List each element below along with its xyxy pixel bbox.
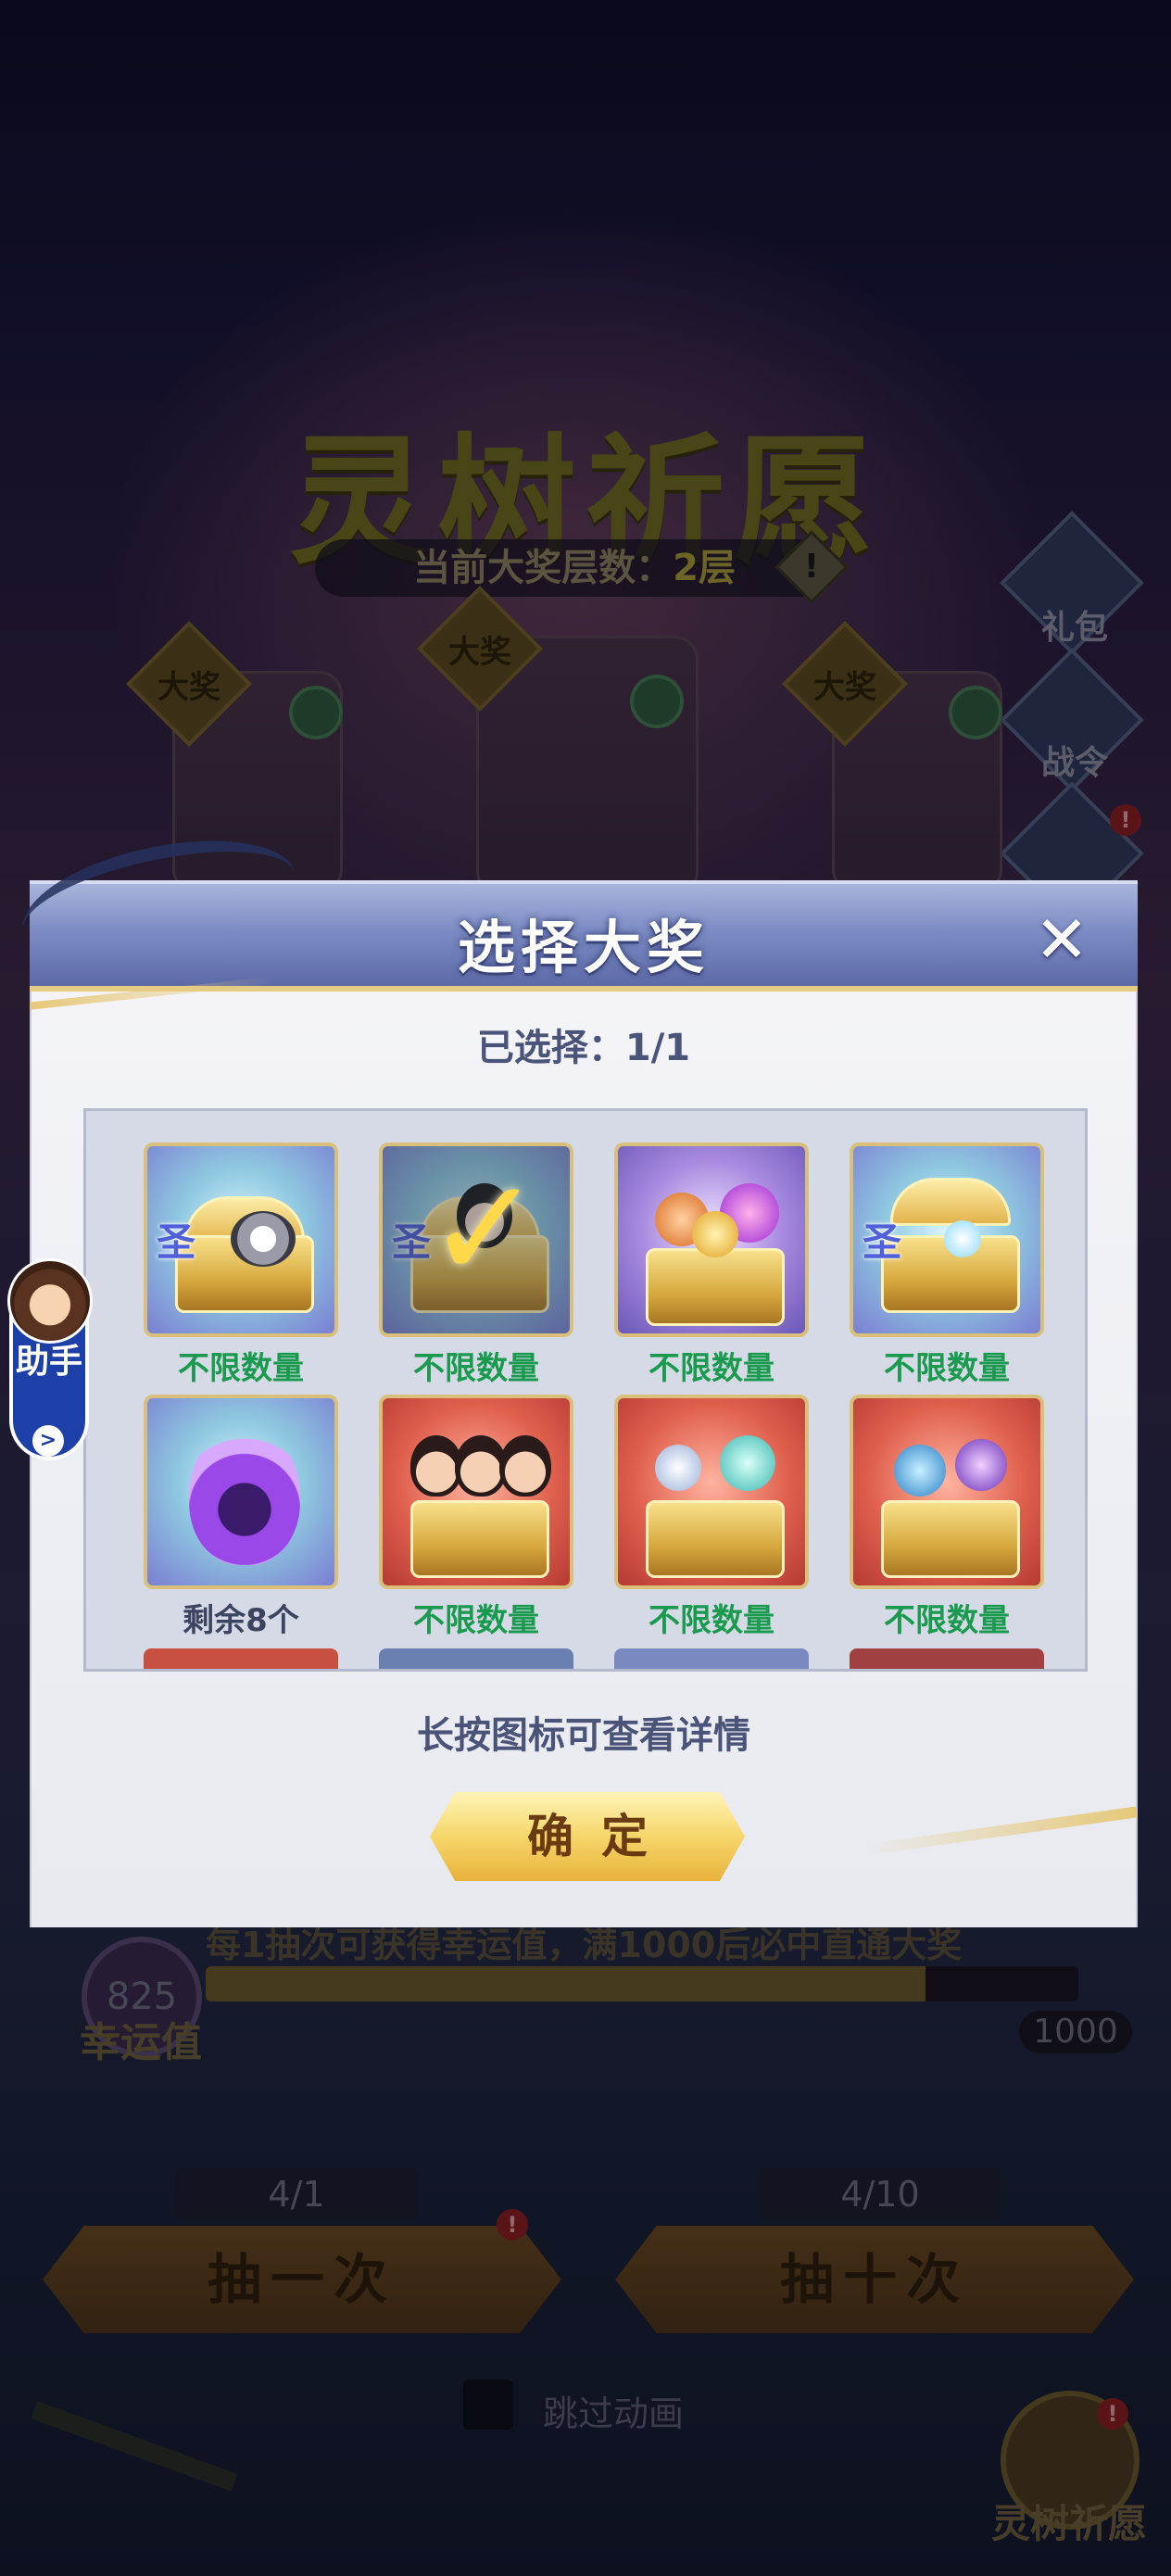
prize-item[interactable]: 不限数量 (379, 1395, 573, 1640)
checkmark-icon: ✓ (426, 1149, 543, 1310)
chest-body (646, 1248, 785, 1326)
saint-chest-open-icon[interactable]: 圣 (850, 1143, 1044, 1337)
prize-caption: 不限数量 (413, 1602, 539, 1639)
tiger-icon (231, 1211, 296, 1267)
prize-caption: 剩余8个 (183, 1602, 299, 1639)
prize-caption: 不限数量 (884, 1350, 1010, 1387)
prize-item[interactable]: 不限数量 (614, 1395, 809, 1640)
chest-lid (890, 1178, 1011, 1226)
prize-caption: 不限数量 (178, 1350, 304, 1387)
saint-mark: 圣 (157, 1219, 196, 1265)
saint-mark: 圣 (863, 1219, 902, 1265)
blue-orb-icon (894, 1445, 946, 1496)
chest-body (881, 1500, 1020, 1578)
prize-item[interactable]: 圣 不限数量 (850, 1143, 1044, 1388)
assistant-avatar (7, 1258, 93, 1344)
prize-item[interactable]: 不限数量 (850, 1395, 1044, 1640)
prize-item-partial[interactable] (850, 1648, 1044, 1669)
jade-orb-icon (720, 1435, 775, 1491)
orb-chest-icon[interactable] (614, 1143, 809, 1337)
prize-item-partial[interactable] (614, 1648, 809, 1669)
sparkle-icon (944, 1220, 981, 1257)
prize-grid: 圣 不限数量 圣 ✓ 不限数量 不限数量 圣 不限数量 剩余8个 不限数量 不限… (83, 1108, 1088, 1672)
hero-chest-icon[interactable] (379, 1395, 573, 1589)
purple-flame-icon[interactable] (144, 1395, 338, 1589)
saint-chest-selected-icon[interactable]: 圣 ✓ (379, 1143, 573, 1337)
purple-orb-icon (955, 1439, 1007, 1491)
selected-count: 已选择：1/1 (476, 1027, 691, 1069)
prize-caption: 不限数量 (648, 1350, 774, 1387)
pearl-icon (655, 1445, 701, 1491)
prize-item[interactable]: 剩余8个 (144, 1395, 338, 1640)
prize-caption: 不限数量 (884, 1602, 1010, 1639)
chest-body (646, 1500, 785, 1578)
assistant-label: 助手 (15, 1343, 82, 1381)
gold-orb-icon (692, 1211, 738, 1257)
hero-face-icon (499, 1435, 551, 1496)
jewel-chest-icon[interactable] (614, 1395, 809, 1589)
chest-body (410, 1500, 549, 1578)
dialog-header: 选择大奖 ✕ (11, 819, 1138, 991)
flame-shape (189, 1426, 300, 1565)
chevron-right-icon: > (32, 1425, 64, 1457)
prize-item[interactable]: 不限数量 (614, 1143, 809, 1388)
gem-chest-icon[interactable] (850, 1395, 1044, 1589)
hero-group-icon (410, 1435, 551, 1500)
select-grand-prize-dialog: 选择大奖 ✕ 已选择：1/1 圣 不限数量 圣 ✓ 不限数量 不限数量 圣 不限… (11, 819, 1138, 1927)
prize-item[interactable]: 圣 不限数量 (144, 1143, 338, 1388)
confirm-button[interactable]: 确定 (430, 1792, 745, 1881)
prize-item-partial[interactable] (144, 1648, 338, 1669)
assistant-button[interactable]: 助手 > (7, 1258, 93, 1460)
dialog-title: 选择大奖 (457, 914, 710, 981)
prize-caption: 不限数量 (413, 1350, 539, 1387)
prize-item[interactable]: 圣 ✓ 不限数量 (379, 1143, 573, 1388)
prize-caption: 不限数量 (648, 1602, 774, 1639)
prize-item-partial[interactable] (379, 1648, 573, 1669)
close-icon[interactable]: ✕ (1032, 907, 1091, 972)
saint-chest-tiger-icon[interactable]: 圣 (144, 1143, 338, 1337)
long-press-hint: 长按图标可查看详情 (417, 1714, 750, 1757)
